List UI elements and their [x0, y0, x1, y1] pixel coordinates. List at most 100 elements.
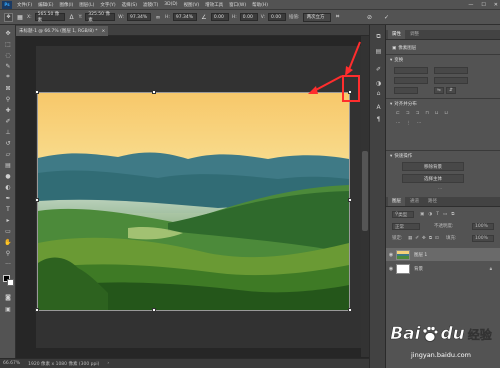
scrollbar-thumb[interactable]	[362, 151, 368, 231]
blur-tool-icon[interactable]: ●	[3, 172, 13, 180]
flip-vertical-icon[interactable]: ⇵	[446, 87, 456, 94]
marquee-tool-icon[interactable]: ⬚	[3, 40, 13, 48]
transform-handle-middle-left[interactable]	[35, 198, 39, 202]
flip-horizontal-icon[interactable]: ⇋	[434, 87, 444, 94]
layer-row[interactable]: ◉ 背景 🔒︎	[386, 262, 500, 275]
dodge-tool-icon[interactable]: ◐	[3, 183, 13, 191]
transform-handle-bottom-left[interactable]	[35, 308, 39, 312]
menu-window[interactable]: 窗口(W)	[226, 2, 249, 8]
comments-panel-icon[interactable]: ▤	[374, 47, 383, 55]
lock-transparent-icon[interactable]: ▦	[408, 236, 412, 241]
quick-mask-icon[interactable]: ◙	[3, 293, 13, 301]
frame-tool-icon[interactable]: ⊠	[3, 84, 13, 92]
warp-icon[interactable]: ⌗	[334, 13, 342, 21]
type-tool-icon[interactable]: T	[3, 205, 13, 213]
visibility-eye-icon[interactable]: ◉	[386, 266, 396, 272]
opacity-field[interactable]: 100%	[472, 223, 494, 230]
angle-field[interactable]: 0.00	[210, 13, 229, 21]
layer-name[interactable]: 背景	[414, 266, 423, 272]
background-color-swatch[interactable]	[7, 279, 14, 286]
lock-paint-icon[interactable]: ✐	[415, 236, 419, 241]
status-menu-arrow-icon[interactable]: ›	[107, 361, 109, 366]
tab-paths[interactable]: 路径	[424, 197, 441, 206]
hskew-field[interactable]: 0.00	[239, 13, 258, 21]
fill-field[interactable]: 100%	[472, 235, 494, 242]
menu-plugins[interactable]: 增效工具	[202, 2, 226, 8]
cancel-transform-icon[interactable]: ⊘	[366, 13, 374, 21]
eraser-tool-icon[interactable]: ▱	[3, 150, 13, 158]
layer-name[interactable]: 图层 1	[414, 252, 427, 258]
link-icon[interactable]: ∞	[154, 13, 162, 21]
x-field[interactable]: 565.50 像素	[34, 12, 65, 23]
align-bottom-icon[interactable]: ⊔	[444, 111, 448, 116]
quick-actions-title[interactable]: ▾ 快速操作	[390, 153, 412, 160]
history-panel-icon[interactable]: ⧉	[374, 33, 383, 41]
align-section-title[interactable]: ▾ 对齐并分布	[390, 101, 417, 108]
menu-filter[interactable]: 滤镜(T)	[140, 2, 161, 8]
menu-image[interactable]: 图像(I)	[56, 2, 76, 8]
transform-section-title[interactable]: ▾ 变换	[390, 57, 403, 64]
menu-help[interactable]: 帮助(H)	[249, 2, 271, 8]
hand-tool-icon[interactable]: ✋	[3, 238, 13, 246]
screen-mode-icon[interactable]: ▣	[3, 305, 13, 313]
menu-view[interactable]: 视图(V)	[181, 2, 203, 8]
canvas-vertical-scrollbar[interactable]	[361, 36, 369, 357]
quick-select-tool-icon[interactable]: ✎	[3, 62, 13, 70]
tab-adjustments[interactable]: 调整	[406, 30, 423, 39]
rectangle-tool-icon[interactable]: ▭	[3, 227, 13, 235]
align-right-icon[interactable]: ⊐	[416, 111, 420, 116]
menu-file[interactable]: 文件(F)	[14, 2, 35, 8]
select-subject-button[interactable]: 选择主体	[402, 174, 464, 183]
close-window-button[interactable]: ✕	[494, 2, 498, 8]
adjustments-icon[interactable]: ◑	[374, 79, 383, 87]
filter-type-icon[interactable]: T	[436, 212, 439, 217]
vskew-field[interactable]: 0.00	[268, 13, 287, 21]
distribute-icon[interactable]: ⋯	[396, 121, 401, 126]
menu-type[interactable]: 文字(Y)	[97, 2, 118, 8]
filter-shape-icon[interactable]: ▭	[443, 212, 447, 217]
transform-h-field[interactable]	[434, 67, 468, 74]
transform-handle-top-middle[interactable]	[152, 90, 156, 94]
menu-select[interactable]: 选择(S)	[119, 2, 140, 8]
tab-layers[interactable]: 图层	[388, 197, 405, 206]
clone-stamp-tool-icon[interactable]: ⊥	[3, 128, 13, 136]
lasso-tool-icon[interactable]: ◌	[3, 51, 13, 59]
move-tool-icon[interactable]: ✥	[3, 29, 13, 37]
transform-handle-middle-right[interactable]	[348, 198, 352, 202]
tab-channels[interactable]: 通道	[406, 197, 423, 206]
remove-background-button[interactable]: 移除背景	[402, 162, 464, 171]
delta-icon[interactable]: Δ	[68, 13, 76, 21]
lock-position-icon[interactable]: ✥	[422, 236, 426, 241]
gradient-tool-icon[interactable]: ▤	[3, 161, 13, 169]
menu-edit[interactable]: 编辑(E)	[35, 2, 56, 8]
zoom-level[interactable]: 66.67%	[3, 361, 20, 366]
maximize-button[interactable]: ☐	[481, 2, 485, 8]
history-brush-tool-icon[interactable]: ↺	[3, 139, 13, 147]
document-tab[interactable]: 未标题-1 @ 66.7% (图层 1, RGB/8) * ×	[16, 26, 109, 36]
more-icon[interactable]: ···	[438, 187, 442, 192]
menu-layer[interactable]: 图层(L)	[76, 2, 97, 8]
visibility-eye-icon[interactable]: ◉	[386, 252, 396, 258]
filter-smart-icon[interactable]: ⧉	[451, 211, 454, 217]
transform-handle-top-left[interactable]	[35, 90, 39, 94]
crop-tool-icon[interactable]: ⌗	[3, 73, 13, 81]
transform-handle-bottom-middle[interactable]	[152, 308, 156, 312]
eyedropper-tool-icon[interactable]: ⚲	[3, 95, 13, 103]
interpolation-select[interactable]: 两次立方	[302, 12, 331, 22]
layer-kind-filter[interactable]: ⚲ 类型	[392, 211, 414, 218]
y-field[interactable]: 325.50 像素	[85, 12, 116, 23]
distribute-icon[interactable]: ⋮	[407, 121, 412, 126]
reference-point-icon[interactable]: ▦	[16, 13, 24, 21]
transform-handle-bottom-right[interactable]	[348, 308, 352, 312]
transform-x-field[interactable]	[394, 77, 428, 84]
lock-artboard-icon[interactable]: ⧉	[429, 235, 432, 241]
libraries-icon[interactable]: ⌂	[374, 89, 383, 97]
filter-pixel-icon[interactable]: ▣	[420, 212, 424, 217]
align-top-icon[interactable]: ⊓	[425, 111, 429, 116]
tab-properties[interactable]: 属性	[388, 30, 405, 39]
menu-3d[interactable]: 3D(D)	[161, 2, 180, 7]
transform-w-field[interactable]	[394, 67, 428, 74]
pen-tool-icon[interactable]: ✒	[3, 194, 13, 202]
height-field[interactable]: 97.34%	[172, 13, 197, 21]
align-center-icon[interactable]: ⊐	[406, 111, 410, 116]
